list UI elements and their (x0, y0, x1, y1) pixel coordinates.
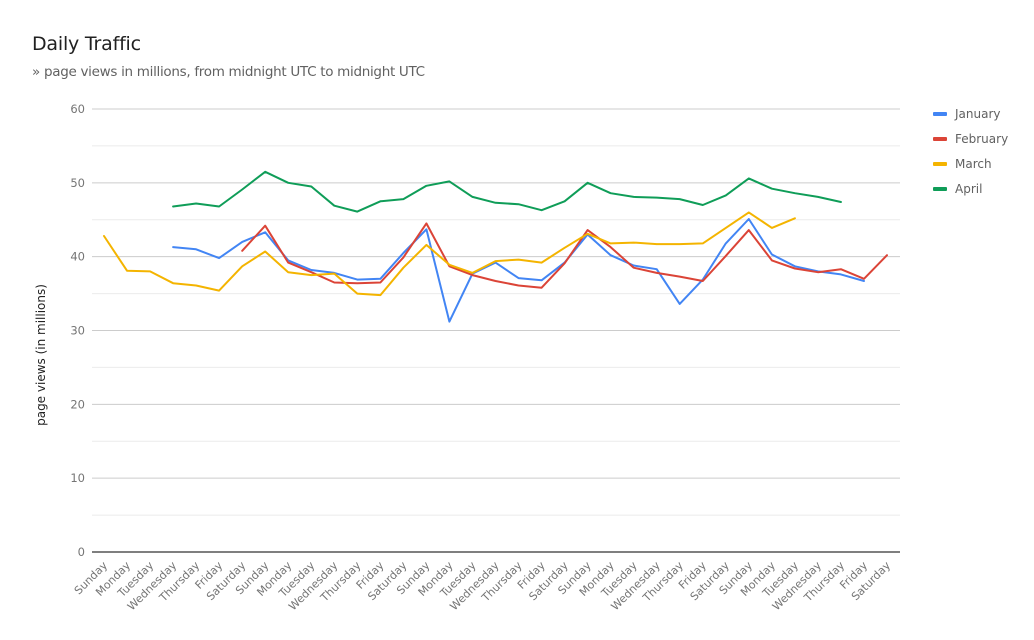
legend-item-january[interactable]: January (933, 101, 1008, 126)
legend-label: January (955, 106, 1001, 121)
legend-label: April (955, 181, 983, 196)
y-tick-label: 20 (70, 397, 85, 411)
legend-swatch (933, 111, 947, 116)
x-axis-ticks: SundayMondayTuesdayWednesdayThursdayFrid… (72, 559, 894, 614)
y-axis-ticks: 0 10 20 30 40 50 60 (70, 102, 85, 559)
series-line-april[interactable] (172, 170, 842, 213)
legend-label: February (955, 131, 1009, 146)
legend-item-april[interactable]: April (933, 176, 1008, 201)
legend-item-march[interactable]: March (933, 151, 1008, 176)
y-tick-label: 0 (78, 545, 85, 559)
y-tick-label: 60 (70, 102, 85, 116)
y-axis-label: page views (in millions) (34, 284, 48, 426)
legend-item-february[interactable]: February (933, 126, 1008, 151)
legend-label: March (955, 156, 992, 171)
line-chart: 0 10 20 30 40 50 60 SundayMondayTuesdayWednesd… (34, 102, 900, 614)
y-tick-label: 30 (70, 324, 85, 338)
series-lines (103, 170, 888, 323)
series-line-january[interactable] (172, 218, 865, 323)
y-tick-label: 50 (70, 176, 85, 190)
y-tick-label: 40 (70, 250, 85, 264)
legend-swatch (933, 161, 947, 166)
y-tick-label: 10 (70, 471, 85, 485)
legend: January February March April (933, 101, 1008, 201)
legend-swatch (933, 136, 947, 141)
legend-swatch (933, 186, 947, 191)
gridlines (92, 108, 900, 553)
